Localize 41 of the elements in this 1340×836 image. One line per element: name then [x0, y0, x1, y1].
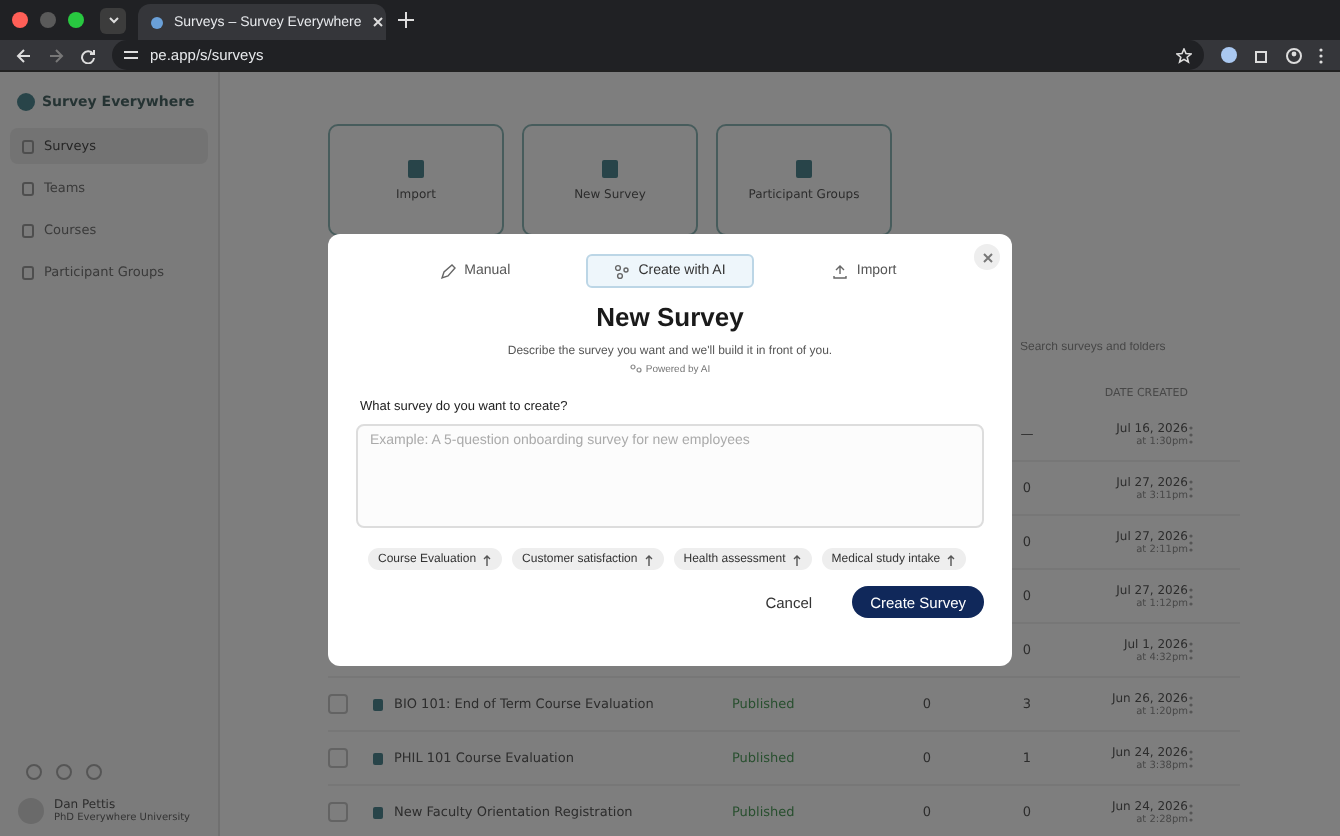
profile-icon[interactable] [1286, 47, 1302, 63]
upload-icon [832, 263, 849, 279]
document-icon [372, 697, 384, 711]
sparkle-icon [629, 364, 642, 376]
arrow-up-icon [946, 553, 957, 565]
zoom-light-icon[interactable] [68, 12, 84, 28]
reload-icon[interactable] [80, 47, 96, 63]
logo-icon [16, 92, 36, 112]
document-icon [794, 158, 814, 180]
site-settings-icon[interactable] [124, 48, 138, 62]
document-icon [600, 158, 620, 180]
arrow-up-icon [643, 553, 654, 565]
close-icon[interactable] [371, 16, 384, 28]
close-light-icon[interactable] [12, 12, 28, 28]
forward-icon[interactable] [48, 47, 64, 63]
row-checkbox[interactable] [328, 694, 348, 714]
pencil-icon [440, 263, 457, 279]
page-icon [22, 223, 34, 237]
arrow-up-icon [482, 553, 493, 565]
close-icon [981, 251, 993, 263]
globe-icon [150, 15, 164, 29]
extension-circle-icon[interactable] [1220, 46, 1238, 64]
row-checkbox[interactable] [328, 748, 348, 768]
document-icon [372, 751, 384, 765]
tab-list-button[interactable] [100, 7, 126, 33]
arrow-up-icon [791, 553, 802, 565]
page-icon [22, 139, 34, 153]
menu-icon[interactable] [1318, 47, 1324, 63]
page-icon [22, 265, 34, 279]
row-checkbox[interactable] [328, 802, 348, 822]
chevron-down-icon [107, 16, 119, 24]
document-icon [372, 805, 384, 819]
star-icon[interactable] [1176, 47, 1192, 63]
plus-icon[interactable] [398, 12, 414, 28]
page-icon [22, 181, 34, 195]
back-icon[interactable] [16, 47, 32, 63]
document-icon [406, 158, 426, 180]
close-button[interactable] [974, 244, 1000, 270]
sparkle-icon [614, 263, 631, 279]
dialog-title: New Survey [596, 302, 744, 332]
minimize-light-icon[interactable] [40, 12, 56, 28]
